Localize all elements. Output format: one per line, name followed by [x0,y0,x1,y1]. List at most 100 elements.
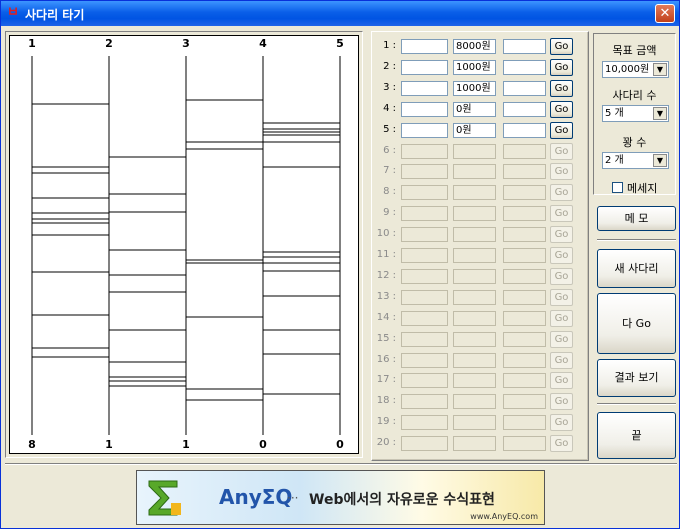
prize-amount-input[interactable]: 0원 [453,123,496,138]
result-field [503,164,546,179]
player-name-input [401,227,448,242]
row-number: 18 : [376,395,396,406]
window-title: 사다리 타기 [25,8,85,22]
chevron-down-icon: ▼ [653,154,667,167]
result-field [503,227,546,242]
go-button[interactable]: Go [550,38,573,55]
blank-count-value: 2 개 [605,155,624,166]
go-button: Go [550,205,573,222]
go-button: Go [550,226,573,243]
prize-amount-input [453,394,496,409]
banner-dots: ··· [287,491,299,505]
result-field [503,248,546,263]
result-field [503,123,546,138]
all-go-button[interactable]: 다 Go [597,293,676,354]
row-number: 3 : [383,82,396,93]
prize-amount-input [453,227,496,242]
player-name-input [401,144,448,159]
ladder-board[interactable]: 1 8 2 1 3 1 4 0 5 0 [9,35,359,454]
ladder-top-label: 3 [182,37,190,50]
prize-amount-input[interactable]: 8000원 [453,39,496,54]
result-field [503,102,546,117]
go-button[interactable]: Go [550,122,573,139]
player-name-input[interactable] [401,81,448,96]
memo-button[interactable]: 메 모 [597,206,676,231]
prize-amount-input[interactable]: 0원 [453,102,496,117]
target-amount-select[interactable]: 10,000원 ▼ [602,61,669,78]
player-name-input [401,164,448,179]
row-number: 4 : [383,103,396,114]
title-bar[interactable]: ㅂ 사다리 타기 ✕ [1,1,679,26]
go-button[interactable]: Go [550,59,573,76]
row-number: 2 : [383,61,396,72]
go-button: Go [550,268,573,285]
player-name-input [401,248,448,263]
result-field [503,373,546,388]
player-name-input[interactable] [401,39,448,54]
ladder-bottom-label: 8 [28,438,36,451]
go-button: Go [550,393,573,410]
player-name-input [401,436,448,451]
prize-amount-input [453,290,496,305]
ladder-top-label: 1 [28,37,36,50]
chevron-down-icon: ▼ [653,107,667,120]
prize-amount-input [453,248,496,263]
result-field [503,394,546,409]
show-result-button[interactable]: 결과 보기 [597,359,676,397]
result-field [503,60,546,75]
row-number: 9 : [383,207,396,218]
close-button[interactable]: ✕ [655,4,675,23]
end-button[interactable]: 끝 [597,412,676,459]
result-field [503,39,546,54]
result-field [503,144,546,159]
chevron-down-icon: ▼ [653,63,667,76]
row-number: 8 : [383,186,396,197]
ladder-count-select[interactable]: 5 개 ▼ [602,105,669,122]
divider [597,403,676,405]
ladder-bottom-label: 0 [336,438,344,451]
row-number: 17 : [376,374,396,385]
prize-amount-input[interactable]: 1000원 [453,60,496,75]
result-field [503,185,546,200]
app-icon: ㅂ [7,5,19,20]
player-name-input[interactable] [401,60,448,75]
player-name-input [401,394,448,409]
hide-message-checkbox[interactable] [612,182,623,193]
go-button: Go [550,163,573,180]
result-field [503,206,546,221]
result-field [503,311,546,326]
prize-amount-input [453,144,496,159]
go-button: Go [550,372,573,389]
anyeq-banner[interactable]: AnyΣQ ··· Web에서의 자유로운 수식표현 www.AnyEQ.com [136,470,545,525]
player-name-input[interactable] [401,123,448,138]
row-number: 16 : [376,354,396,365]
go-button: Go [550,435,573,452]
row-number: 7 : [383,165,396,176]
go-button[interactable]: Go [550,80,573,97]
player-name-input[interactable] [401,102,448,117]
row-number: 1 : [383,40,396,51]
player-name-input [401,353,448,368]
player-name-input [401,415,448,430]
ladder-drawing: 1 8 2 1 3 1 4 0 5 0 [28,37,344,451]
banner-slogan: Web에서의 자유로운 수식표현 [309,492,495,508]
prize-amount-input [453,415,496,430]
result-field [503,290,546,305]
player-name-input [401,290,448,305]
player-name-input [401,332,448,347]
blank-count-select[interactable]: 2 개 ▼ [602,152,669,169]
player-name-input [401,206,448,221]
go-button[interactable]: Go [550,101,573,118]
sigma-logo-icon [148,480,181,516]
new-ladder-button[interactable]: 새 사다리 [597,249,676,288]
prize-amount-input[interactable]: 1000원 [453,81,496,96]
hide-message-label: 메세지 [627,182,658,195]
ladder-top-label: 5 [336,37,344,50]
prize-amount-input [453,206,496,221]
banner-url: www.AnyEQ.com [470,512,538,521]
player-name-input [401,269,448,284]
go-button: Go [550,247,573,264]
target-amount-label: 목표 금액 [612,44,657,57]
row-number: 6 : [383,145,396,156]
go-button: Go [550,352,573,369]
